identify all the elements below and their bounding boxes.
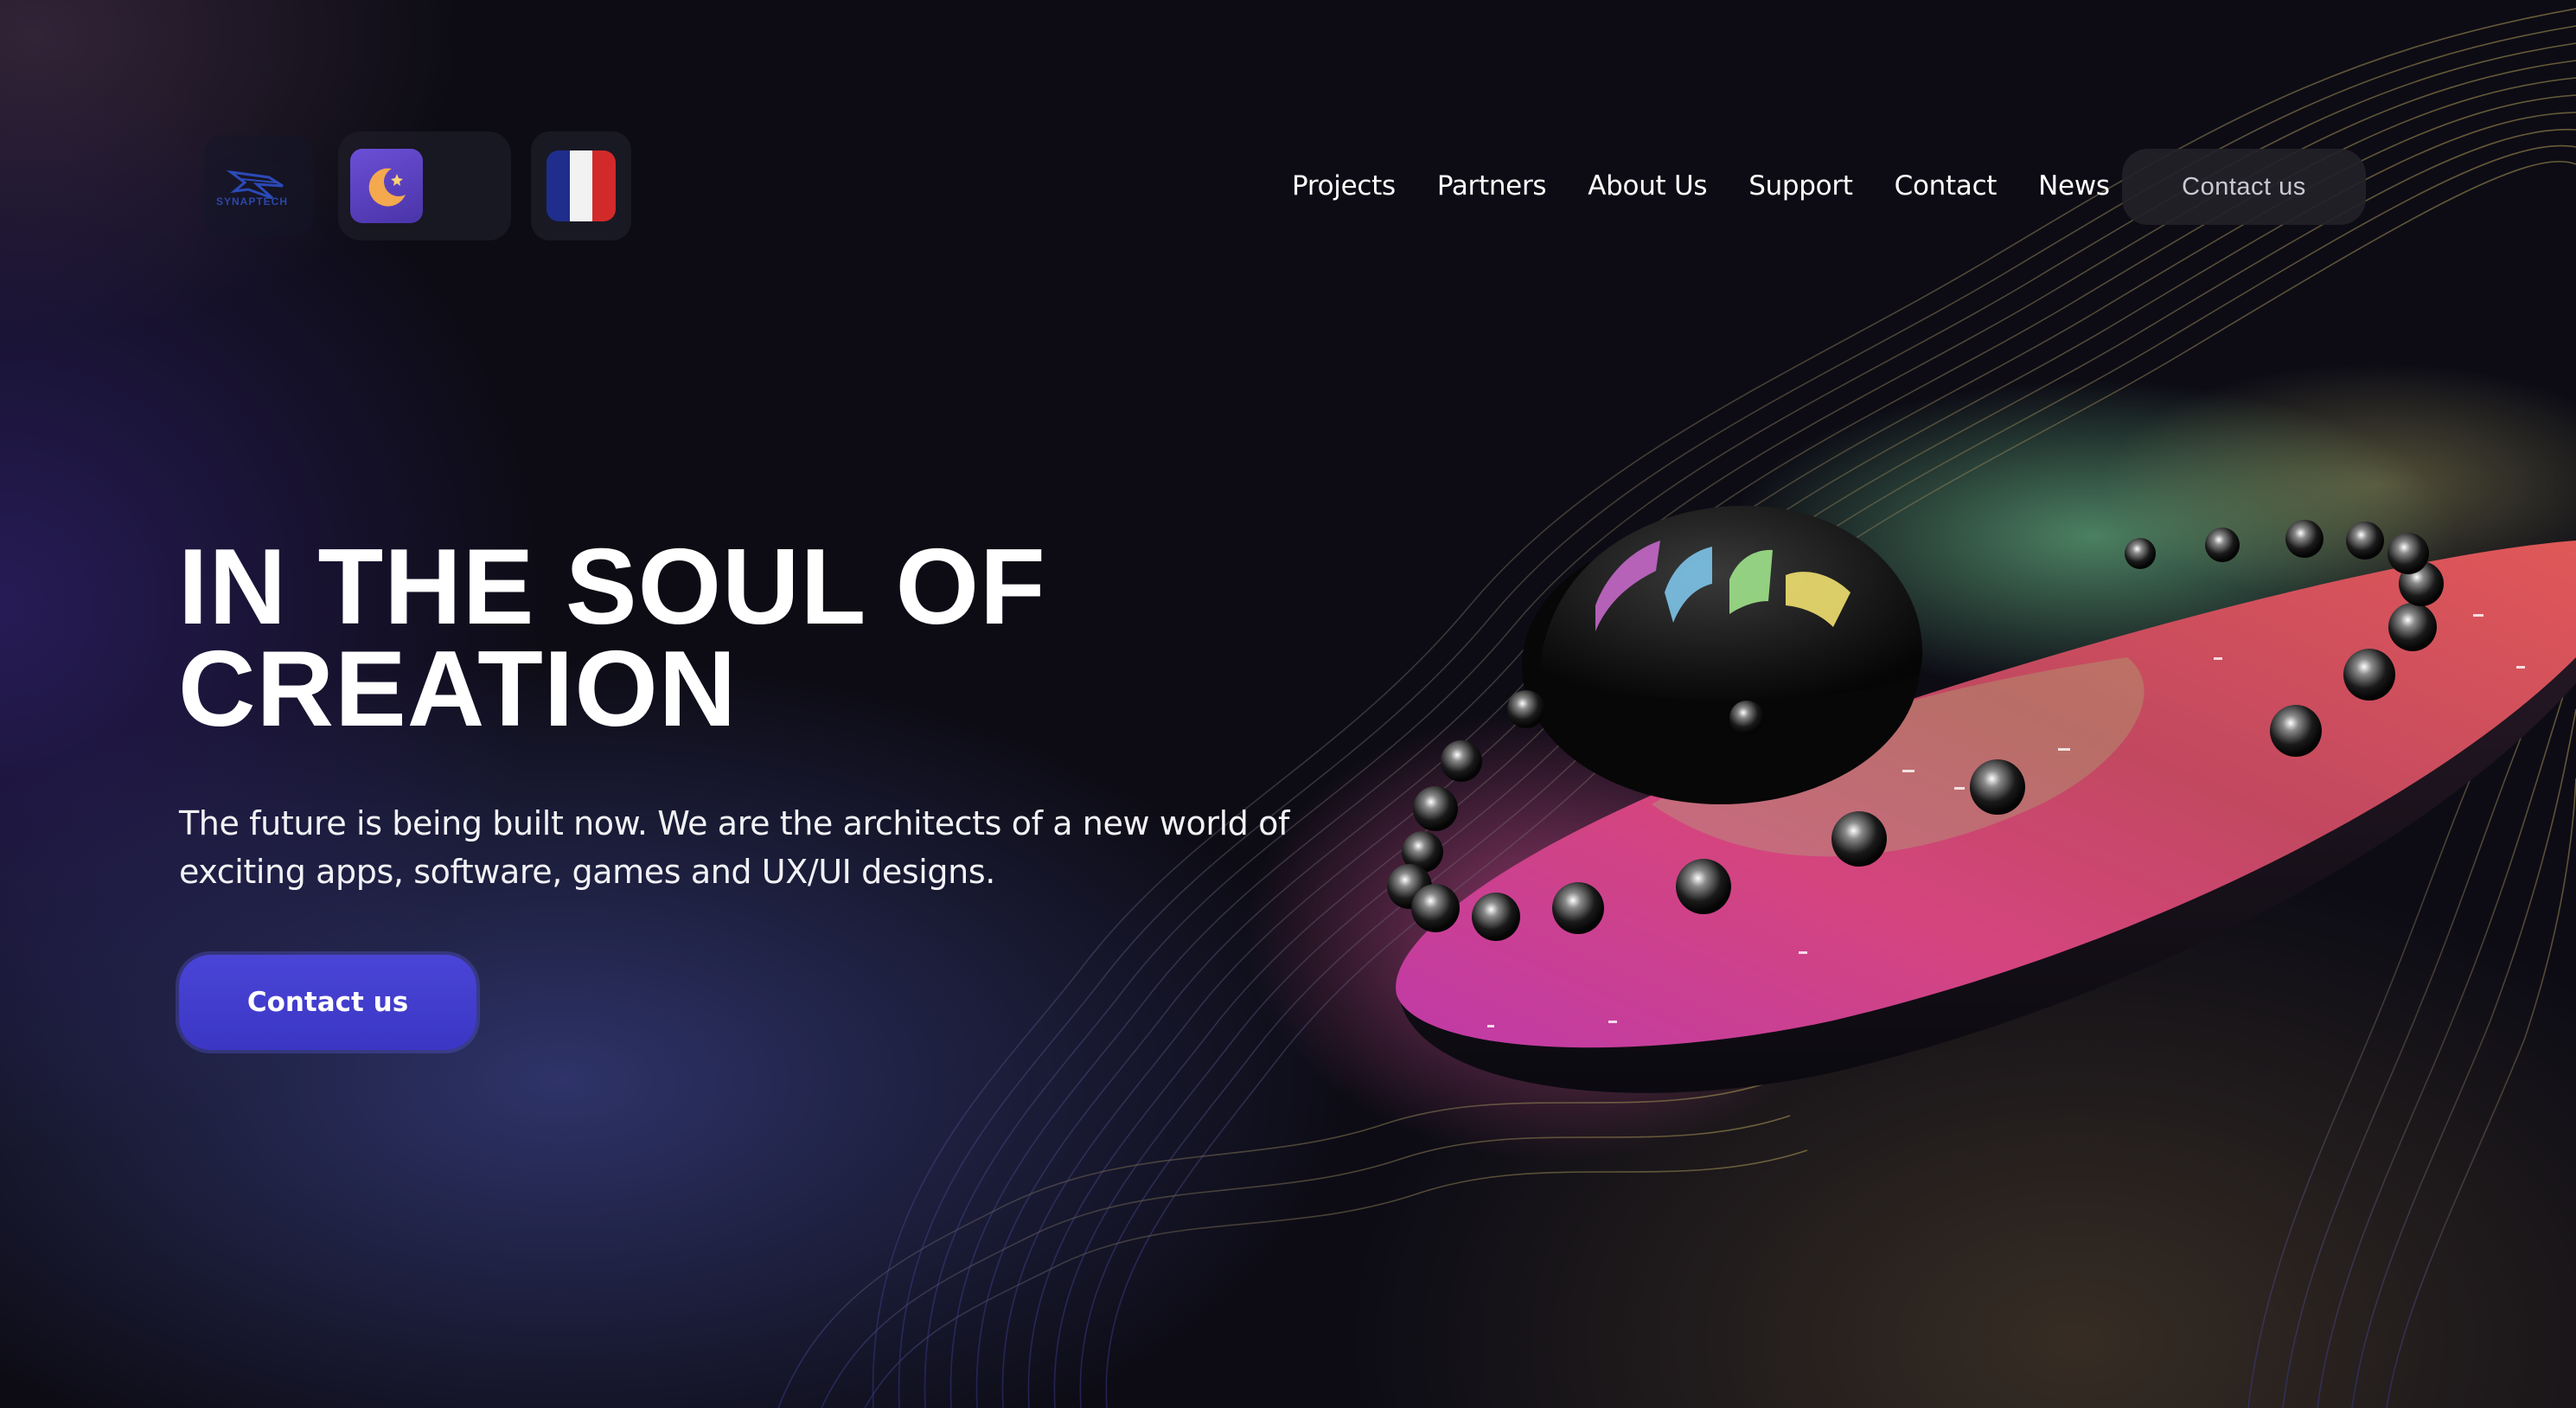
theme-toggle[interactable] <box>338 131 511 240</box>
nav-item-partners[interactable]: Partners <box>1437 170 1547 202</box>
landing-page: SYNAPTECH Projects Partners About Us Sup… <box>0 0 2576 1408</box>
hero-subtitle: The future is being built now. We are th… <box>179 799 1338 896</box>
hero-subtitle-line-2: exciting apps, software, games and UX/UI… <box>179 853 995 891</box>
moon-icon <box>368 168 406 207</box>
logo[interactable]: SYNAPTECH <box>204 135 313 237</box>
hero-subtitle-line-1: The future is being built now. We are th… <box>179 804 1289 842</box>
logo-wordmark: SYNAPTECH <box>216 195 289 208</box>
nav-item-support[interactable]: Support <box>1748 170 1853 202</box>
language-selector[interactable] <box>531 131 631 240</box>
hero-title-line-2: CREATION <box>178 630 738 749</box>
site-header: SYNAPTECH Projects Partners About Us Sup… <box>0 0 2576 259</box>
nav-item-projects[interactable]: Projects <box>1292 170 1396 202</box>
ufo-illustration <box>1387 505 2576 1093</box>
nav-item-news[interactable]: News <box>2038 170 2110 202</box>
nav-item-contact[interactable]: Contact <box>1895 170 1998 202</box>
nav-item-about-us[interactable]: About Us <box>1588 170 1707 202</box>
french-flag-icon <box>547 150 616 221</box>
header-contact-us-button[interactable]: Contact us <box>2122 149 2366 225</box>
hero-title: IN THE SOUL OF CREATION <box>178 534 1302 743</box>
theme-toggle-knob[interactable] <box>350 149 423 223</box>
hero-contact-us-button[interactable]: Contact us <box>179 955 476 1050</box>
main-nav: Projects Partners About Us Support Conta… <box>1292 164 2151 208</box>
